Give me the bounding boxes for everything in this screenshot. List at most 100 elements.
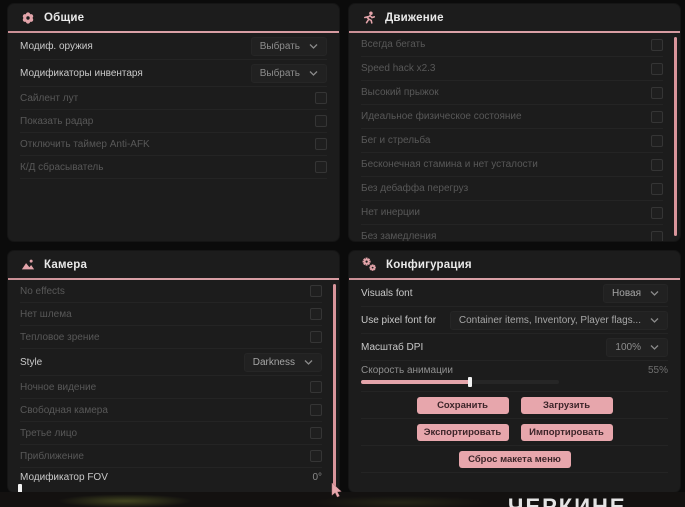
gears-icon: [362, 257, 377, 272]
scrollbar[interactable]: [333, 284, 336, 487]
checkbox[interactable]: [315, 115, 327, 127]
chevron-down-icon: [650, 290, 659, 296]
checkbox[interactable]: [651, 230, 663, 241]
setting-row[interactable]: Нет инерции: [361, 201, 663, 225]
chevron-down-icon: [650, 317, 659, 323]
setting-label: Сайлент лут: [20, 92, 79, 104]
setting-row[interactable]: Всегда бегать: [361, 33, 663, 57]
setting-row[interactable]: Показать радар: [20, 110, 327, 133]
checkbox[interactable]: [651, 110, 663, 123]
setting-label: Бесконечная стамина и нет усталости: [361, 159, 538, 170]
load-button[interactable]: Загрузить: [520, 396, 613, 414]
setting-row[interactable]: Без замедления: [361, 225, 663, 241]
flower-icon: [21, 11, 35, 25]
setting-label: Высокий прыжок: [361, 87, 439, 98]
panel-config: Конфигурация Visuals font Новая Use pixe…: [349, 251, 680, 492]
checkbox[interactable]: [315, 161, 327, 173]
checkbox[interactable]: [310, 331, 322, 343]
chevron-down-icon: [650, 344, 659, 350]
setting-label: Отключить таймер Anti-AFK: [20, 138, 150, 150]
dpi-scale-dropdown[interactable]: 100%: [606, 337, 668, 357]
setting-row[interactable]: Тепловое зрение: [20, 326, 322, 349]
setting-label: Модиф. оружия: [20, 40, 93, 52]
checkbox[interactable]: [310, 381, 322, 393]
save-button[interactable]: Сохранить: [416, 396, 509, 414]
chevron-down-icon: [309, 43, 318, 49]
mod-menu-screen: Общие Модиф. оружия Выбрать Модификаторы…: [0, 0, 685, 507]
panel-title: Конфигурация: [386, 258, 472, 271]
setting-label: Третье лицо: [20, 427, 78, 439]
panel-movement-header: Движение: [349, 4, 680, 31]
panel-movement: Движение Всегда бегать Speed hack x2.3 В…: [349, 4, 680, 241]
checkbox[interactable]: [310, 285, 322, 297]
setting-label: Use pixel font for: [361, 314, 437, 326]
setting-label: Модификаторы инвентаря: [20, 67, 143, 79]
animation-speed-slider[interactable]: [361, 377, 559, 387]
setting-row[interactable]: Приближение: [20, 445, 322, 468]
checkbox[interactable]: [651, 86, 663, 99]
setting-label: Модификатор FOV: [20, 472, 108, 483]
setting-label: Скорость анимации: [361, 365, 453, 376]
setting-row[interactable]: Идеальное физическое состояние: [361, 105, 663, 129]
setting-row[interactable]: Без дебаффа перегруз: [361, 177, 663, 201]
setting-label: Масштаб DPI: [361, 341, 424, 353]
setting-row[interactable]: Бег и стрельба: [361, 129, 663, 153]
checkbox[interactable]: [651, 62, 663, 75]
setting-label: Приближение: [20, 450, 84, 462]
setting-label: Показать радар: [20, 115, 94, 127]
chevron-down-icon: [304, 359, 313, 365]
checkbox[interactable]: [310, 404, 322, 416]
setting-row[interactable]: Ночное видение: [20, 376, 322, 399]
reset-layout-button[interactable]: Сброс макета меню: [458, 450, 571, 468]
setting-row[interactable]: Третье лицо: [20, 422, 322, 445]
checkbox[interactable]: [310, 450, 322, 462]
setting-row[interactable]: Отключить таймер Anti-AFK: [20, 133, 327, 156]
fov-slider[interactable]: [18, 484, 322, 492]
setting-row[interactable]: Бесконечная стамина и нет усталости: [361, 153, 663, 177]
watermark-text: ЧЕРКИНЕ: [508, 494, 627, 507]
scrollbar[interactable]: [674, 37, 677, 236]
fov-modifier-row: Модификатор FOV 0°: [18, 468, 322, 492]
setting-row: Style Darkness: [20, 349, 322, 376]
checkbox[interactable]: [315, 92, 327, 104]
import-button[interactable]: Импортировать: [520, 423, 613, 441]
checkbox[interactable]: [310, 308, 322, 320]
setting-label: Свободная камера: [20, 404, 108, 416]
panel-general: Общие Модиф. оружия Выбрать Модификаторы…: [8, 4, 339, 241]
checkbox[interactable]: [310, 427, 322, 439]
setting-row[interactable]: No effects: [20, 280, 322, 303]
setting-row[interactable]: К/Д сбрасыватель: [20, 156, 327, 179]
setting-row[interactable]: Высокий прыжок: [361, 81, 663, 105]
checkbox[interactable]: [651, 38, 663, 51]
checkbox[interactable]: [315, 138, 327, 150]
setting-label: Тепловое зрение: [20, 331, 100, 343]
style-dropdown[interactable]: Darkness: [243, 352, 322, 372]
panel-general-header: Общие: [8, 4, 339, 31]
export-button[interactable]: Экспортировать: [416, 423, 509, 441]
setting-label: Идеальное физическое состояние: [361, 111, 522, 122]
chevron-down-icon: [309, 70, 318, 76]
slider-handle[interactable]: [467, 377, 472, 387]
panel-title: Общие: [44, 11, 85, 24]
setting-row: Visuals font Новая: [361, 280, 668, 307]
setting-label: Без замедления: [361, 231, 437, 241]
setting-row[interactable]: Нет шлема: [20, 303, 322, 326]
inventory-mods-dropdown[interactable]: Выбрать: [250, 63, 327, 83]
checkbox[interactable]: [651, 206, 663, 219]
setting-label: No effects: [20, 285, 65, 297]
pixel-font-dropdown[interactable]: Container items, Inventory, Player flags…: [449, 310, 668, 330]
visuals-font-dropdown[interactable]: Новая: [603, 283, 668, 303]
button-row: Экспортировать Импортировать: [361, 419, 668, 446]
checkbox[interactable]: [651, 158, 663, 171]
setting-row: Масштаб DPI 100%: [361, 334, 668, 361]
slider-handle[interactable]: [18, 484, 22, 492]
checkbox[interactable]: [651, 182, 663, 195]
setting-row: Use pixel font for Container items, Inve…: [361, 307, 668, 334]
setting-row[interactable]: Сайлент лут: [20, 87, 327, 110]
weapon-mod-dropdown[interactable]: Выбрать: [250, 36, 327, 56]
checkbox[interactable]: [651, 134, 663, 147]
runner-icon: [362, 11, 376, 25]
fov-value: 0°: [312, 472, 322, 483]
setting-row[interactable]: Свободная камера: [20, 399, 322, 422]
setting-row[interactable]: Speed hack x2.3: [361, 57, 663, 81]
